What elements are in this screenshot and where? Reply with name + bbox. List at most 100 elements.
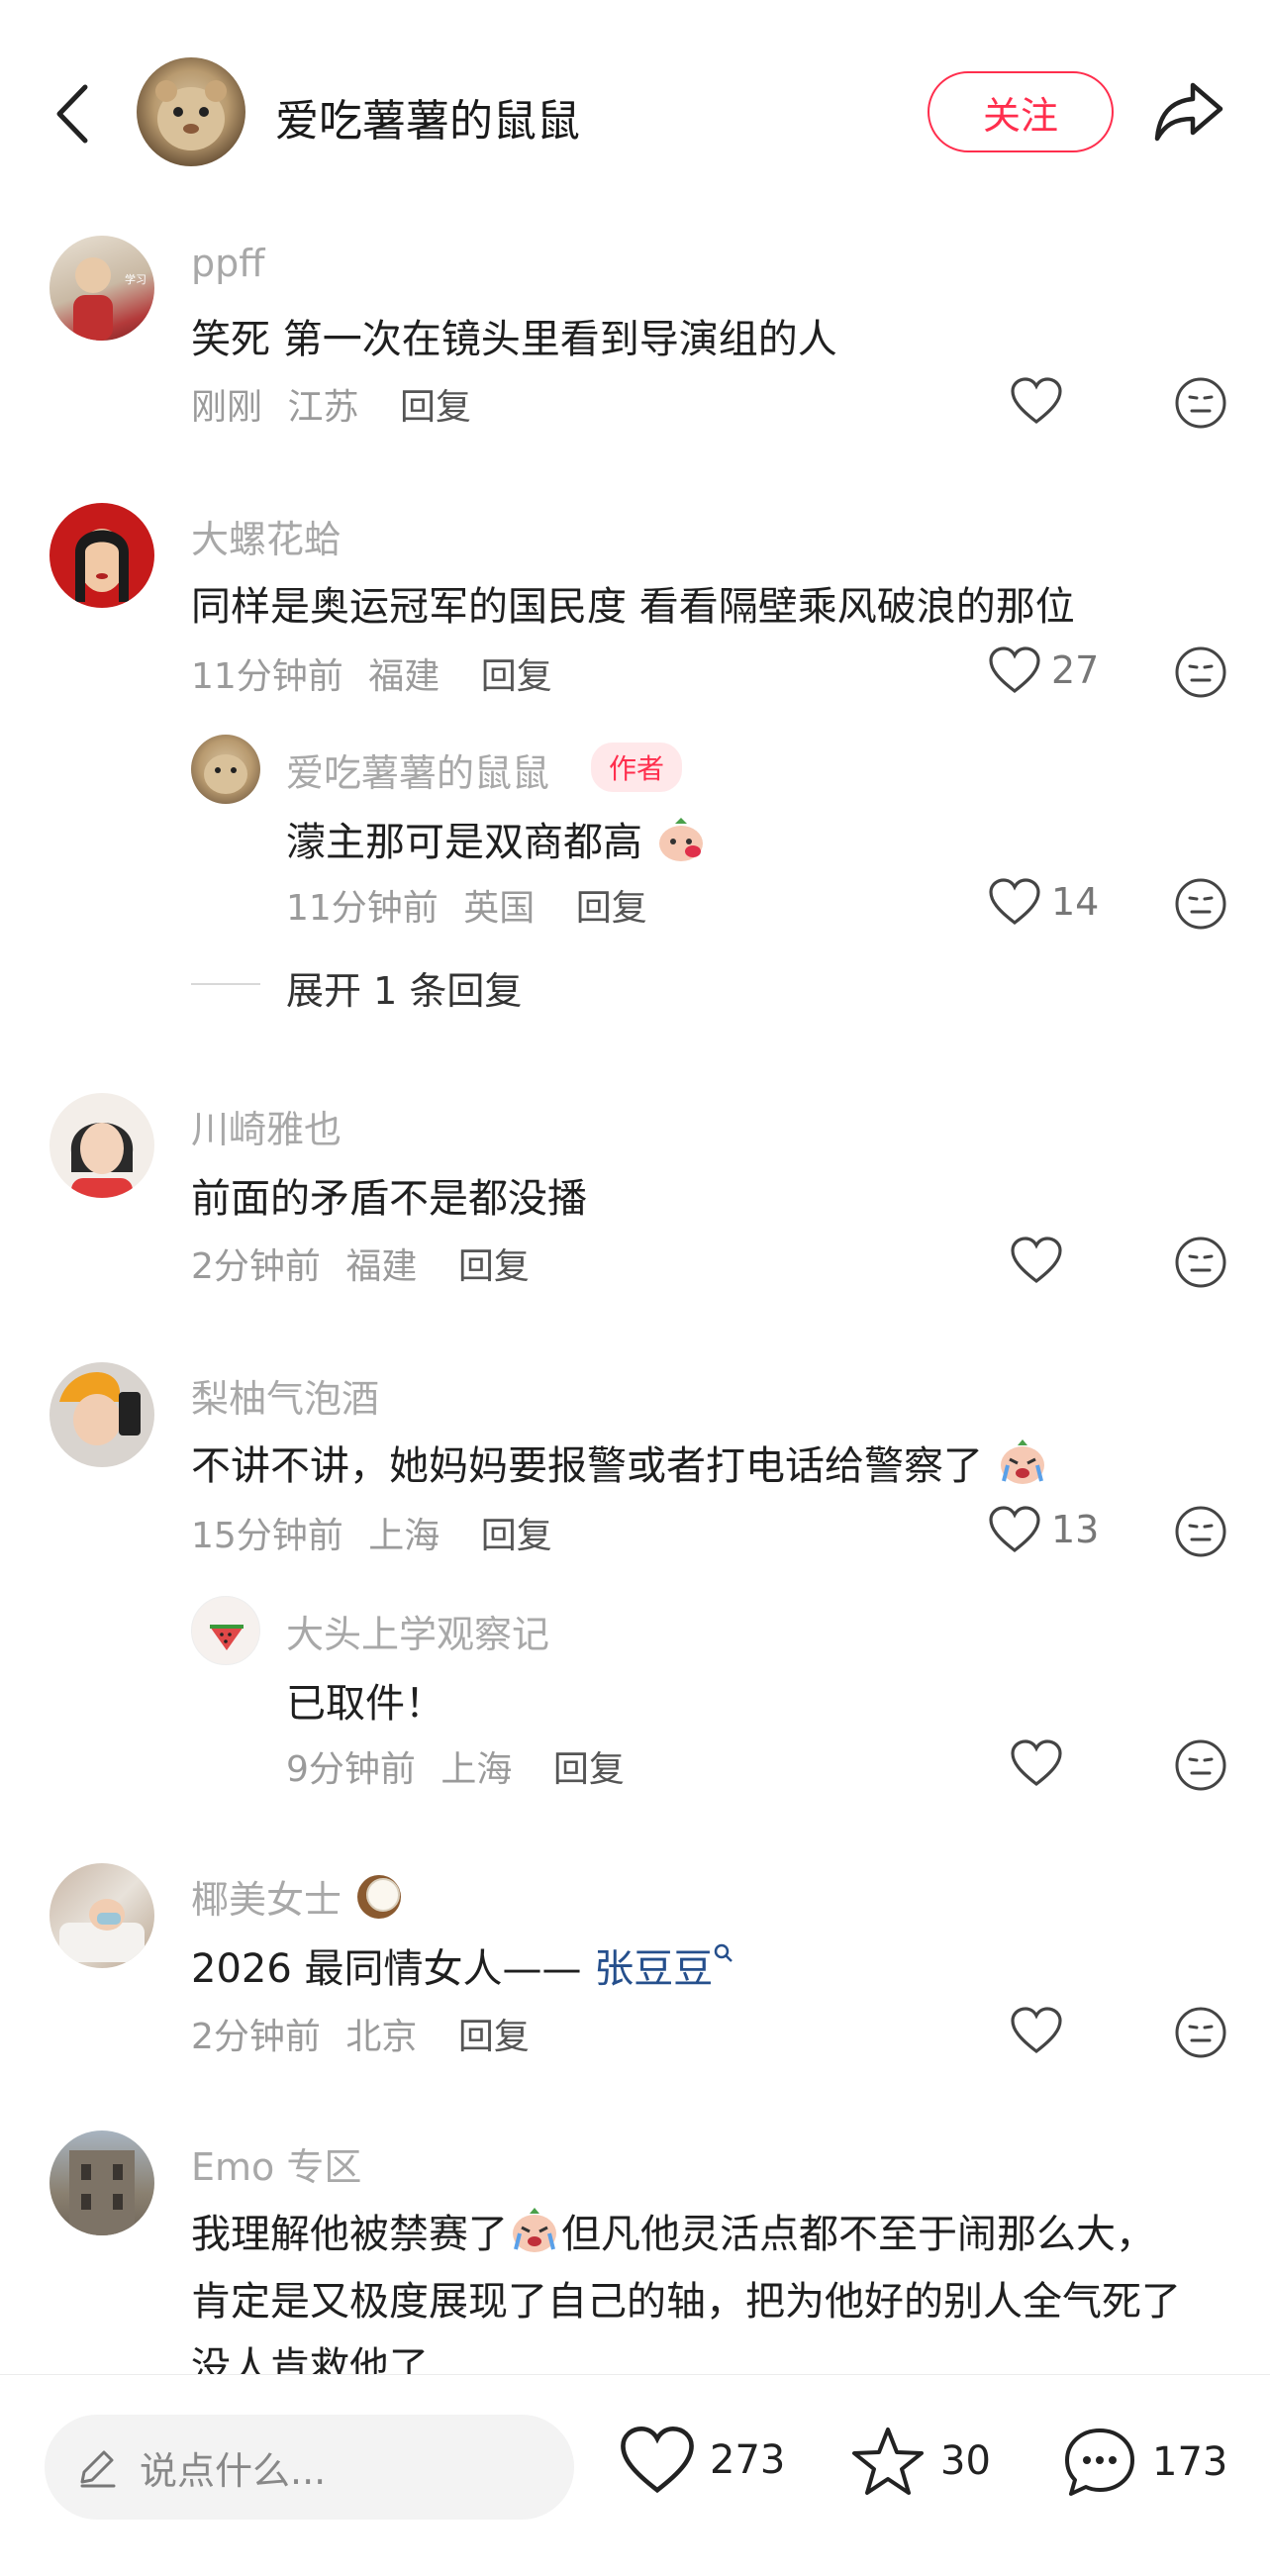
comment-time: 刚刚	[191, 387, 263, 428]
favorite-button[interactable]: 30	[849, 2425, 991, 2498]
comment-text: 前面的矛盾不是都没播	[191, 1176, 587, 1222]
comment-location: 福建	[345, 1246, 418, 1287]
comment-text: 已取件！	[286, 1681, 444, 1727]
heart-icon	[989, 1506, 1040, 1553]
heart-icon	[1011, 1237, 1062, 1284]
comment-count: 173	[1152, 2439, 1228, 2485]
crying-emoji-icon	[1000, 1439, 1044, 1484]
comment-time: 2分钟前	[191, 2017, 321, 2057]
expand-replies-button[interactable]: 展开 1 条回复	[286, 960, 522, 1015]
follow-button[interactable]: 关注	[928, 71, 1114, 152]
topic-link[interactable]: 张豆豆	[594, 1946, 713, 1992]
username[interactable]: 大螺花蛤	[191, 509, 342, 563]
crying-emoji-icon	[513, 2208, 556, 2252]
comment-text: 笑死 第一次在镜头里看到导演组的人	[191, 317, 837, 362]
reply-button[interactable]: 回复	[458, 1246, 530, 1287]
dislike-face-icon[interactable]	[1174, 1236, 1227, 1289]
username[interactable]: Emo 专区	[191, 2136, 361, 2191]
share-icon[interactable]	[1153, 79, 1224, 145]
comment-bubble-icon	[1065, 2428, 1134, 2496]
heart-icon	[1011, 1739, 1062, 1787]
dislike-face-icon[interactable]	[1174, 376, 1227, 430]
user-avatar[interactable]	[49, 1863, 154, 1968]
comment-location: 福建	[368, 656, 440, 697]
like-button[interactable]: 13	[988, 1505, 1099, 1554]
username[interactable]: 川崎雅也	[191, 1099, 342, 1153]
heart-icon	[621, 2427, 694, 2494]
username[interactable]: 爱吃薯薯的鼠鼠	[286, 743, 549, 797]
comment-text: 濛主那可是双商都高	[286, 810, 707, 867]
dislike-face-icon[interactable]	[1174, 645, 1227, 699]
like-button[interactable]	[1010, 2006, 1073, 2055]
username[interactable]: 大头上学观察记	[286, 1604, 549, 1658]
username-text: 椰美女士	[191, 1878, 342, 1922]
favorite-count: 30	[940, 2438, 991, 2484]
reply-button[interactable]: 回复	[481, 1516, 552, 1556]
comment-input[interactable]: 说点什么...	[45, 2415, 574, 2520]
like-button[interactable]	[1010, 1236, 1073, 1285]
dislike-face-icon[interactable]	[1174, 1505, 1227, 1558]
user-avatar[interactable]	[49, 1093, 154, 1198]
like-count: 13	[1051, 1508, 1100, 1551]
like-button[interactable]	[1010, 376, 1073, 426]
comment-location: 上海	[368, 1516, 440, 1556]
expand-divider	[191, 983, 260, 985]
like-button[interactable]: 27	[988, 645, 1099, 695]
user-avatar[interactable]	[49, 2130, 154, 2235]
heart-icon	[989, 878, 1040, 926]
username[interactable]: 梨柚气泡酒	[191, 1368, 379, 1423]
heart-icon	[989, 646, 1040, 694]
author-name[interactable]: 爱吃薯薯的鼠鼠	[275, 85, 580, 149]
reply-button[interactable]: 回复	[553, 1749, 625, 1790]
comments-button[interactable]: 173	[1061, 2425, 1227, 2500]
comment-meta: 11分钟前 英国 回复	[286, 879, 647, 931]
comment-body: 但凡他灵活点都不至于闹那么大，	[561, 2212, 1155, 2257]
comment-time: 11分钟前	[191, 656, 343, 697]
comment-time: 2分钟前	[191, 1246, 321, 1287]
author-avatar[interactable]	[137, 57, 245, 166]
comment-meta: 2分钟前 福建 回复	[191, 1238, 530, 1289]
dislike-face-icon[interactable]	[1174, 877, 1227, 931]
reply-button[interactable]: 回复	[458, 2017, 530, 2057]
comment-meta: 15分钟前 上海 回复	[191, 1507, 552, 1558]
bottom-action-bar: 说点什么... 273 30 173	[0, 2374, 1270, 2576]
comment-text-line: 我理解他被禁赛了 但凡他灵活点都不至于闹那么大，	[191, 2202, 1155, 2259]
comment-location: 北京	[345, 2017, 418, 2057]
coconut-emoji-icon	[357, 1875, 402, 1919]
reply-button[interactable]: 回复	[400, 387, 471, 428]
username[interactable]: ppff	[191, 242, 264, 285]
author-tag: 作者	[591, 743, 683, 792]
like-button[interactable]	[1010, 1738, 1073, 1788]
reply-text: 濛主那可是双商都高	[286, 820, 642, 865]
dislike-face-icon[interactable]	[1174, 1738, 1227, 1792]
user-avatar[interactable]: 学习	[49, 236, 154, 341]
like-button[interactable]: 14	[988, 877, 1099, 927]
reply-button[interactable]: 回复	[576, 888, 647, 929]
svg-text:学习: 学习	[125, 272, 147, 286]
heart-icon	[1011, 377, 1062, 425]
comment-meta: 9分钟前 上海 回复	[286, 1740, 625, 1792]
comment-meta: 11分钟前 福建 回复	[191, 647, 552, 699]
comment-location: 英国	[463, 888, 536, 929]
user-avatar[interactable]	[191, 1596, 260, 1665]
like-count: 27	[1051, 648, 1100, 692]
back-arrow-icon[interactable]	[49, 79, 99, 149]
user-avatar[interactable]	[49, 1362, 154, 1467]
like-count: 14	[1051, 880, 1100, 924]
username[interactable]: 椰美女士	[191, 1869, 405, 1924]
like-post-button[interactable]: 273	[619, 2425, 785, 2496]
top-bar: 爱吃薯薯的鼠鼠 关注	[0, 0, 1270, 223]
star-icon	[852, 2427, 924, 2495]
user-avatar[interactable]	[49, 503, 154, 608]
comment-time: 15分钟前	[191, 1516, 343, 1556]
sticker-emoji-icon	[658, 818, 703, 861]
comment-text-line: 肯定是又极度展现了自己的轴，把为他好的别人全气死了	[191, 2279, 1181, 2325]
comment-location: 江苏	[287, 387, 359, 428]
comment-text: 不讲不讲，她妈妈要报警或者打电话给警察了	[191, 1434, 1049, 1491]
comment-body: 不讲不讲，她妈妈要报警或者打电话给警察了	[191, 1443, 983, 1489]
dislike-face-icon[interactable]	[1174, 2006, 1227, 2059]
comment-meta: 2分钟前 北京 回复	[191, 2008, 530, 2059]
user-avatar[interactable]	[191, 735, 260, 804]
like-count: 273	[710, 2437, 786, 2483]
reply-button[interactable]: 回复	[481, 656, 552, 697]
